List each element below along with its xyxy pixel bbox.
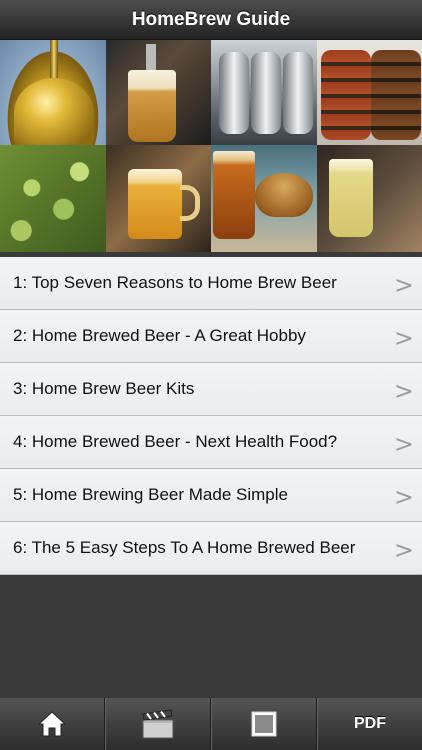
list-item[interactable]: 3: Home Brew Beer Kits > <box>0 363 422 416</box>
list-item-label: 2: Home Brewed Beer - A Great Hobby <box>13 326 306 345</box>
header-photo-collage <box>0 40 422 252</box>
list-item[interactable]: 2: Home Brewed Beer - A Great Hobby > <box>0 310 422 363</box>
app-title: HomeBrew Guide <box>131 8 291 30</box>
empty-area <box>0 576 422 698</box>
tab-home[interactable] <box>0 698 105 750</box>
chevron-right-icon: > <box>393 536 414 564</box>
clapperboard-icon <box>141 708 175 740</box>
list-item[interactable]: 1: Top Seven Reasons to Home Brew Beer > <box>0 257 422 310</box>
list-item-label: 1: Top Seven Reasons to Home Brew Beer <box>13 273 337 292</box>
beer-mug-photo <box>105 145 211 252</box>
beer-bread-photo <box>211 145 317 252</box>
square-icon <box>250 710 278 738</box>
beer-tap-photo <box>105 40 211 145</box>
navigation-bar: HomeBrew Guide <box>0 0 422 40</box>
chevron-right-icon: > <box>393 430 414 458</box>
list-item[interactable]: 4: Home Brewed Beer - Next Health Food? … <box>0 416 422 469</box>
tab-gallery[interactable] <box>211 698 317 750</box>
pale-beer-photo <box>316 145 422 252</box>
hops-photo <box>0 145 106 252</box>
chevron-right-icon: > <box>393 324 414 352</box>
list-item-label: 6: The 5 Easy Steps To A Home Brewed Bee… <box>13 538 356 557</box>
chapter-list: 1: Top Seven Reasons to Home Brew Beer >… <box>0 257 422 575</box>
tab-pdf[interactable]: PDF <box>317 698 422 750</box>
list-item-label: 5: Home Brewing Beer Made Simple <box>13 485 288 504</box>
chevron-right-icon: > <box>393 483 414 511</box>
barrels-photo <box>316 40 422 145</box>
list-item[interactable]: 6: The 5 Easy Steps To A Home Brewed Bee… <box>0 522 422 575</box>
list-item[interactable]: 5: Home Brewing Beer Made Simple > <box>0 469 422 522</box>
list-item-label: 3: Home Brew Beer Kits <box>13 379 195 398</box>
pdf-label: PDF <box>354 715 386 732</box>
steel-tanks-photo <box>211 40 317 145</box>
home-icon <box>37 710 67 738</box>
list-item-label: 4: Home Brewed Beer - Next Health Food? <box>13 432 338 451</box>
tab-videos[interactable] <box>105 698 211 750</box>
chevron-right-icon: > <box>393 377 414 405</box>
tab-bar: PDF <box>0 698 422 750</box>
chevron-right-icon: > <box>393 271 414 299</box>
kettle-photo <box>0 40 106 145</box>
